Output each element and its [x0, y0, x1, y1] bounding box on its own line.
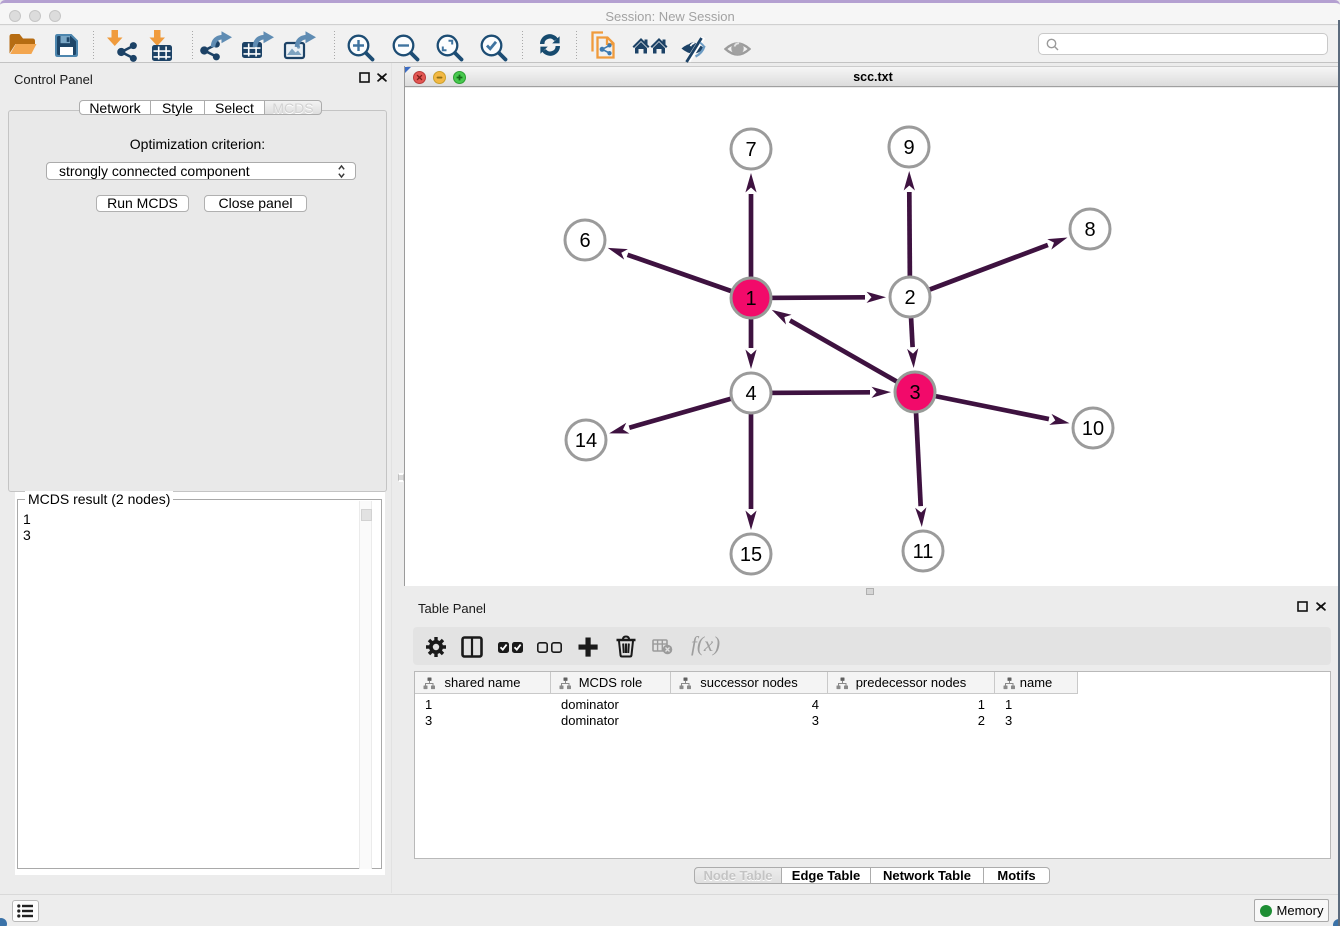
svg-text:7: 7 — [745, 139, 756, 161]
svg-text:14: 14 — [575, 430, 597, 452]
svg-text:8: 8 — [1084, 219, 1095, 241]
svg-text:2: 2 — [904, 287, 915, 309]
svg-text:4: 4 — [745, 383, 756, 405]
svg-text:11: 11 — [913, 541, 934, 563]
svg-text:3: 3 — [909, 382, 920, 404]
svg-text:1: 1 — [745, 288, 756, 310]
svg-text:10: 10 — [1082, 418, 1104, 440]
svg-text:9: 9 — [903, 137, 914, 159]
svg-text:15: 15 — [740, 544, 762, 566]
svg-text:6: 6 — [579, 230, 590, 252]
